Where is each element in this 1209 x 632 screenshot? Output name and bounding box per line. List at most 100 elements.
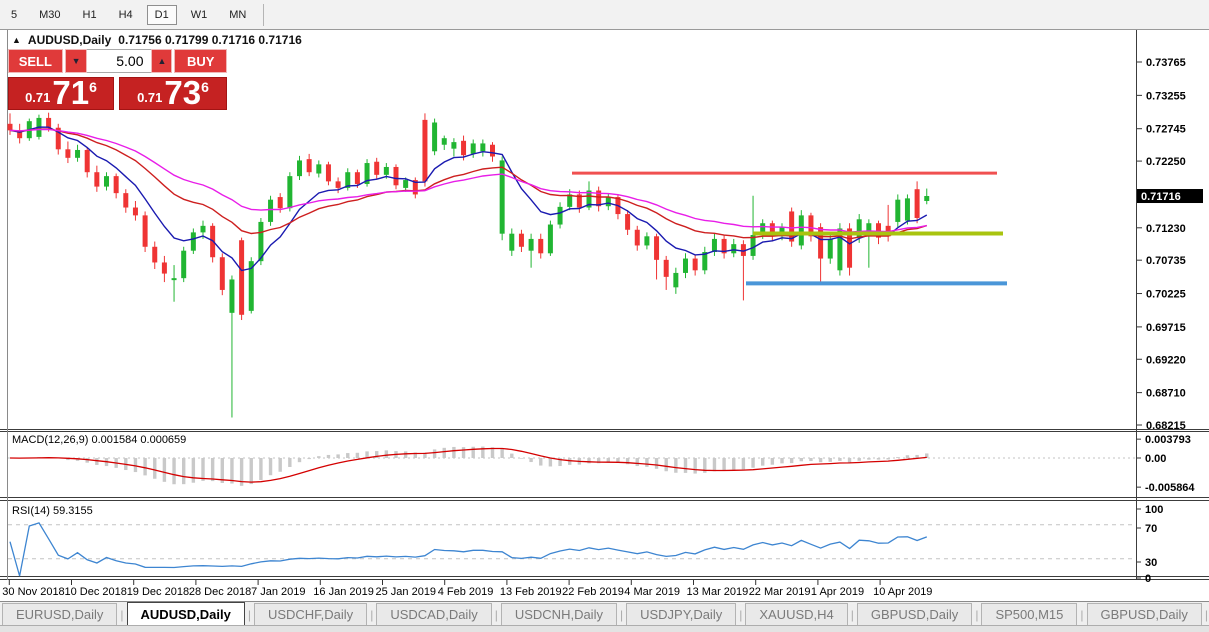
tab-separator: | xyxy=(247,608,251,622)
timeframe-button-mn[interactable]: MN xyxy=(221,5,254,25)
macd-histogram-bar xyxy=(789,458,794,464)
macd-histogram-bar xyxy=(838,458,842,461)
bearish-candle xyxy=(692,258,698,271)
chart-tab-usdjpy-5[interactable]: USDJPY,Daily xyxy=(626,603,737,626)
bearish-candle xyxy=(393,166,399,186)
bearish-candle xyxy=(113,176,119,194)
date-axis-label: 30 Nov 2018 xyxy=(2,586,64,598)
timeframe-toolbar: 5 M30 H1 H4 D1 W1 MN xyxy=(0,0,1209,30)
bullish-candle xyxy=(547,224,553,254)
bearish-candle xyxy=(46,117,52,128)
one-click-trading-panel: SELL ▼ ▲ BUY 0.71 71 6 0.71 73 6 xyxy=(8,49,227,110)
macd-histogram-bar xyxy=(587,458,591,464)
bullish-candle xyxy=(229,279,235,313)
bullish-candle xyxy=(480,143,486,152)
macd-histogram-bar xyxy=(510,453,514,458)
bullish-candle xyxy=(75,149,81,158)
macd-histogram-bar xyxy=(384,450,389,458)
chart-tab-sp500-8[interactable]: SP500,M15 xyxy=(981,603,1078,626)
bearish-candle xyxy=(461,140,467,156)
macd-histogram-bar xyxy=(876,458,881,460)
date-axis-label: 7 Jan 2019 xyxy=(251,586,305,598)
bearish-candle xyxy=(84,149,90,173)
chart-tab-gbpusd-7[interactable]: GBPUSD,Daily xyxy=(856,603,973,626)
bullish-candle xyxy=(432,122,438,152)
bullish-candle xyxy=(711,238,717,253)
sell-price-pipette: 6 xyxy=(89,79,97,95)
timeframe-button-m30[interactable]: M30 xyxy=(31,5,68,25)
macd-histogram-bar xyxy=(249,458,253,485)
bearish-candle xyxy=(239,240,245,315)
bearish-candle xyxy=(132,207,138,216)
macd-histogram-bar xyxy=(529,458,533,463)
bullish-candle xyxy=(287,176,293,209)
bullish-candle xyxy=(904,198,910,221)
buy-button[interactable]: BUY xyxy=(174,49,227,73)
tab-separator: | xyxy=(494,608,498,622)
bullish-candle xyxy=(731,244,737,254)
tab-separator: | xyxy=(739,608,743,622)
tab-separator: | xyxy=(975,608,979,622)
buy-price-prefix: 0.71 xyxy=(137,90,163,105)
timeframe-button-5[interactable]: 5 xyxy=(3,5,25,25)
date-axis-label: 19 Dec 2018 xyxy=(127,586,189,598)
chart-tab-xauusd-6[interactable]: XAUUSD,H4 xyxy=(745,603,848,626)
tab-separator: | xyxy=(1204,608,1209,622)
macd-histogram-bar xyxy=(886,458,890,460)
price-axis-label: 0.70735 xyxy=(1146,255,1186,267)
date-axis-label: 4 Mar 2019 xyxy=(624,586,680,598)
sell-price-quote[interactable]: 0.71 71 6 xyxy=(8,76,114,110)
macd-histogram-bar xyxy=(674,458,678,473)
timeframe-button-h1[interactable]: H1 xyxy=(75,5,105,25)
bullish-candle xyxy=(104,176,109,187)
macd-histogram-bar xyxy=(741,458,746,470)
price-axis-label: 0.71230 xyxy=(1146,223,1186,235)
chart-tab-eurusd-0[interactable]: EURUSD,Daily xyxy=(2,603,118,626)
date-axis-label: 1 Apr 2019 xyxy=(811,586,864,598)
macd-histogram-bar xyxy=(635,458,639,467)
chart-tab-usdchf-2[interactable]: USDCHF,Daily xyxy=(253,603,368,626)
price-axis-label: 0.68215 xyxy=(1146,420,1186,432)
macd-histogram-bar xyxy=(664,458,668,472)
buy-price-quote[interactable]: 0.71 73 6 xyxy=(119,74,227,111)
bullish-candle xyxy=(470,143,476,154)
macd-histogram-bar xyxy=(818,458,823,463)
trading-terminal-window: { "toolbar": { "items": [ {"label": "5",… xyxy=(0,0,1209,632)
timeframe-button-w1[interactable]: W1 xyxy=(183,5,216,25)
price-axis-label: 0.68710 xyxy=(1146,388,1186,400)
bullish-candle xyxy=(171,278,177,281)
macd-histogram-bar xyxy=(809,458,813,462)
macd-histogram-bar xyxy=(297,458,302,463)
date-axis-label: 16 Jan 2019 xyxy=(313,586,374,598)
volume-decrease-button[interactable]: ▼ xyxy=(64,49,88,73)
macd-histogram-bar xyxy=(442,447,446,458)
macd-histogram-bar xyxy=(683,458,688,473)
bearish-candle xyxy=(490,144,495,157)
rsi-indicator-label: RSI(14) 59.3155 xyxy=(12,505,93,517)
price-axis-label: 0.69715 xyxy=(1146,322,1186,334)
bearish-candle xyxy=(634,229,640,246)
macd-histogram-bar xyxy=(780,458,784,464)
bullish-candle xyxy=(383,166,389,175)
macd-histogram-bar xyxy=(915,454,919,458)
chart-ohlc-values: 0.71756 0.71799 0.71716 0.71716 xyxy=(118,33,302,47)
bearish-candle xyxy=(518,233,524,247)
macd-histogram-bar xyxy=(95,458,99,465)
timeframe-button-d1[interactable]: D1 xyxy=(146,4,177,25)
price-axis-label: 0.72250 xyxy=(1146,156,1186,168)
price-axis-label: 0.70225 xyxy=(1146,289,1186,301)
volume-increase-button[interactable]: ▲ xyxy=(151,49,173,73)
timeframe-button-h4[interactable]: H4 xyxy=(111,5,141,25)
bullish-candle xyxy=(499,160,505,234)
volume-input[interactable] xyxy=(87,49,152,73)
bearish-candle xyxy=(306,159,312,173)
buy-price-big-digits: 73 xyxy=(164,74,202,111)
chart-tab-gbpusd-9[interactable]: GBPUSD,Daily xyxy=(1086,603,1202,626)
collapse-arrow-icon[interactable]: ▲ xyxy=(12,35,21,45)
chart-tab-usdcnh-4[interactable]: USDCNH,Daily xyxy=(500,603,617,626)
macd-histogram-bar xyxy=(182,458,186,485)
chart-tab-usdcad-3[interactable]: USDCAD,Daily xyxy=(376,603,492,626)
bearish-candle xyxy=(123,193,129,208)
chart-tab-audusd-1[interactable]: AUDUSD,Daily xyxy=(126,602,245,626)
sell-button[interactable]: SELL xyxy=(8,49,63,73)
